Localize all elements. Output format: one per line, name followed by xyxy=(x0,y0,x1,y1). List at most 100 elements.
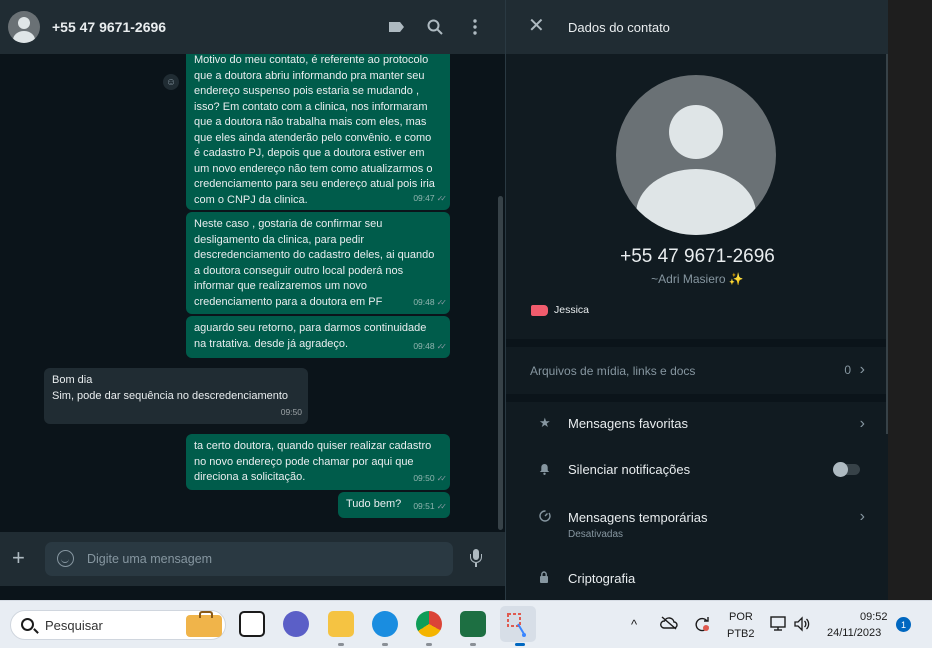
message-time: 09:47 xyxy=(413,192,435,203)
timer-icon xyxy=(539,510,551,525)
label-tag-icon xyxy=(531,304,548,316)
message-time: 09:48 xyxy=(413,340,435,351)
message-time: 09:51 xyxy=(413,500,435,511)
language-indicator[interactable]: POR xyxy=(729,611,753,623)
lock-icon xyxy=(539,571,549,586)
teams-icon[interactable] xyxy=(283,611,309,637)
message-meta: 09:51 ✓✓ xyxy=(413,499,448,515)
bell-icon xyxy=(539,463,550,478)
message-bubble[interactable]: Neste caso , gostaria de confirmar seu d… xyxy=(186,212,450,314)
contact-label-text: Jessica xyxy=(554,304,590,316)
disappearing-messages-status: Desativadas xyxy=(568,529,624,540)
cloud-offline-icon[interactable] xyxy=(660,616,678,633)
chevron-right-icon: › xyxy=(859,508,865,525)
media-links-docs-row[interactable]: Arquivos de mídia, links e docs 0 › xyxy=(506,346,889,394)
emoji-icon[interactable] xyxy=(57,550,74,567)
composer: + Digite uma mensagem xyxy=(0,532,505,586)
notification-badge[interactable]: 1 xyxy=(896,617,911,632)
message-text: Bom dia Sim, pode dar sequência no descr… xyxy=(52,374,289,402)
sync-icon[interactable] xyxy=(693,615,711,636)
message-meta: 09:47 ✓✓ xyxy=(413,191,448,207)
message-list[interactable]: ☺ Motivo do meu contato, é referente ao … xyxy=(0,54,505,532)
briefcase-icon xyxy=(186,611,222,637)
search-icon[interactable] xyxy=(425,17,445,37)
contact-avatar[interactable] xyxy=(8,11,40,43)
snipping-tool-icon[interactable] xyxy=(500,606,536,642)
message-time: 09:50 xyxy=(280,406,302,417)
encryption-row[interactable]: Criptografia xyxy=(506,558,889,588)
label-icon[interactable] xyxy=(386,17,406,37)
task-view-icon[interactable] xyxy=(239,611,265,637)
star-icon: ★ xyxy=(539,415,551,430)
disappearing-messages-label: Mensagens temporárias xyxy=(568,510,708,525)
contact-profile: +55 47 9671-2696 ~Adri Masiero ✨ Jessica xyxy=(506,54,889,339)
volume-icon[interactable] xyxy=(793,616,811,635)
excel-icon[interactable] xyxy=(460,611,486,637)
starred-messages-row[interactable]: ★ Mensagens favoritas › xyxy=(506,402,889,448)
chat-header[interactable]: +55 47 9671-2696 xyxy=(0,0,505,54)
message-time: 09:50 xyxy=(413,472,435,483)
disappearing-messages-row[interactable]: Mensagens temporárias Desativadas › xyxy=(506,494,889,550)
running-indicator xyxy=(426,643,432,646)
message-bubble[interactable]: ta certo doutora, quando quiser realizar… xyxy=(186,434,450,490)
taskbar-search[interactable]: Pesquisar xyxy=(10,610,226,640)
running-indicator xyxy=(382,643,388,646)
message-bubble[interactable]: Bom dia Sim, pode dar sequência no descr… xyxy=(44,368,308,424)
running-indicator xyxy=(470,643,476,646)
contact-info-panel: ✕ Dados do contato +55 47 9671-2696 ~Adr… xyxy=(505,0,889,600)
message-time: 09:48 xyxy=(413,296,435,307)
message-bubble[interactable]: aguardo seu retorno, para darmos continu… xyxy=(186,316,450,358)
contact-profile-avatar[interactable] xyxy=(616,75,776,235)
mute-toggle[interactable] xyxy=(833,462,860,477)
chat-scrollbar[interactable] xyxy=(498,196,503,530)
keyboard-layout-indicator[interactable]: PTB2 xyxy=(727,628,755,640)
read-ticks-icon: ✓✓ xyxy=(436,473,448,483)
chevron-up-icon[interactable]: ^ xyxy=(631,617,637,632)
active-indicator xyxy=(515,643,525,646)
clock-date[interactable]: 24/11/2023 xyxy=(827,627,881,639)
message-meta: 09:50 xyxy=(281,405,302,421)
message-text: ta certo doutora, quando quiser realizar… xyxy=(194,440,432,483)
chat-contact-name[interactable]: +55 47 9671-2696 xyxy=(52,19,166,35)
contact-nickname: ~Adri Masiero ✨ xyxy=(651,272,744,286)
file-explorer-icon[interactable] xyxy=(328,611,354,637)
message-bubble[interactable]: Tudo bem? 09:51 ✓✓ xyxy=(338,492,450,518)
message-input[interactable]: Digite uma mensagem xyxy=(45,542,453,576)
message-text: aguardo seu retorno, para darmos continu… xyxy=(194,322,427,350)
chat-pane: +55 47 9671-2696 ☺ Motivo do meu contato… xyxy=(0,0,505,600)
mute-notifications-label: Silenciar notificações xyxy=(568,462,691,477)
read-ticks-icon: ✓✓ xyxy=(436,297,448,307)
mute-notifications-row[interactable]: Silenciar notificações xyxy=(506,448,889,494)
chrome-icon[interactable] xyxy=(416,611,442,637)
edge-icon[interactable] xyxy=(372,611,398,637)
message-input-placeholder: Digite uma mensagem xyxy=(87,552,213,566)
media-count: 0 xyxy=(844,363,851,377)
message-meta: 09:50 ✓✓ xyxy=(413,471,448,487)
whatsapp-window: +55 47 9671-2696 ☺ Motivo do meu contato… xyxy=(0,0,932,600)
message-bubble[interactable]: Motivo do meu contato, é referente ao pr… xyxy=(186,54,450,210)
contact-panel-header: ✕ Dados do contato xyxy=(506,0,889,54)
display-icon[interactable] xyxy=(770,616,788,635)
read-ticks-icon: ✓✓ xyxy=(436,193,448,203)
message-meta: 09:48 ✓✓ xyxy=(413,339,448,355)
message-text: Motivo do meu contato, é referente ao pr… xyxy=(194,54,435,206)
running-indicator xyxy=(338,643,344,646)
close-icon[interactable]: ✕ xyxy=(528,16,545,36)
read-ticks-icon: ✓✓ xyxy=(436,341,448,351)
attach-plus-icon[interactable]: + xyxy=(12,547,25,569)
contact-phone: +55 47 9671-2696 xyxy=(620,246,775,267)
clock-time[interactable]: 09:52 xyxy=(860,611,888,623)
menu-icon[interactable] xyxy=(465,17,485,37)
section-divider xyxy=(506,394,889,402)
contact-panel-title: Dados do contato xyxy=(568,20,670,35)
contact-label[interactable]: Jessica xyxy=(531,304,589,316)
search-icon xyxy=(21,618,34,631)
emoji-reaction-icon[interactable]: ☺ xyxy=(163,74,179,90)
message-text: Neste caso , gostaria de confirmar seu d… xyxy=(194,218,435,308)
chevron-right-icon: › xyxy=(859,361,865,378)
media-links-docs-label: Arquivos de mídia, links e docs xyxy=(530,364,696,378)
read-ticks-icon: ✓✓ xyxy=(436,501,448,511)
message-meta: 09:48 ✓✓ xyxy=(413,295,448,311)
microphone-icon[interactable] xyxy=(469,549,483,569)
taskbar: Pesquisar ^ POR PTB2 09:52 24/11/2023 1 xyxy=(0,600,932,648)
